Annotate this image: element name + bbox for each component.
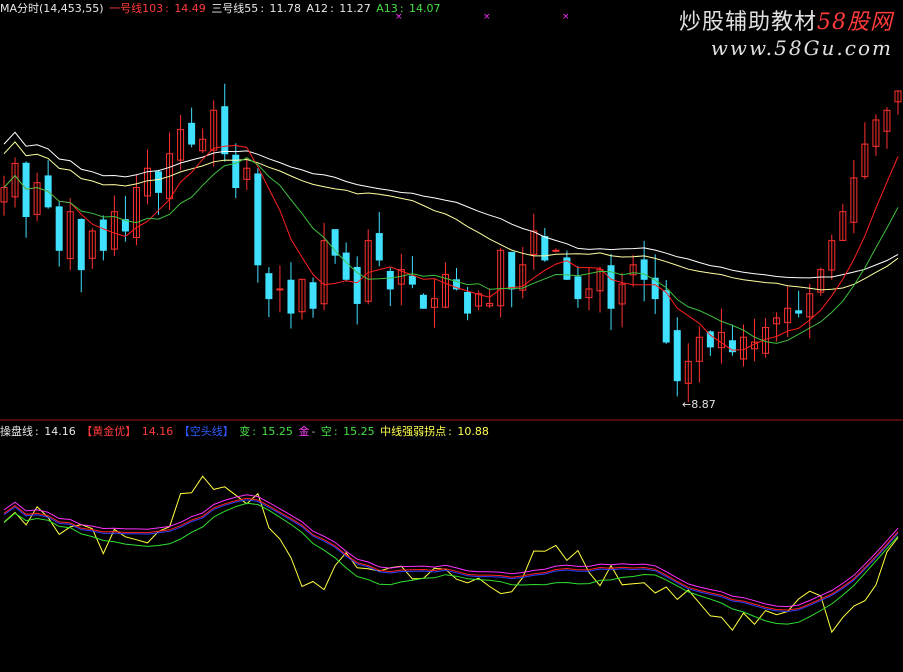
- candle-body: [662, 290, 670, 343]
- legend-kong-label: 空: [320, 425, 332, 438]
- legend-jin-label: 金: [298, 425, 310, 438]
- legend-main-label: 操盘线: [0, 425, 33, 438]
- candle-body: [419, 294, 427, 309]
- indicator-red-line: [3, 497, 899, 611]
- candle-body: [508, 251, 516, 290]
- legend-line1-value: 14.49: [174, 2, 206, 15]
- signal-marker: ×: [483, 12, 491, 22]
- candle-body: [287, 279, 295, 314]
- candle-body: [22, 162, 30, 218]
- watermark-url: www.58Gu.com: [710, 36, 893, 60]
- candle-body: [464, 291, 472, 314]
- indicator-legend: 操盘线: 14.16 【黄金优】 14.16 【空头线】 变: 15.25 金-…: [0, 425, 489, 438]
- watermark-title-main: 炒股辅助教材: [678, 10, 817, 35]
- candle-body: [541, 236, 549, 261]
- candle-body: [188, 122, 196, 145]
- legend-a13-value: 14.07: [409, 2, 441, 15]
- candle-body: [552, 249, 560, 252]
- indicator-panel: [3, 475, 899, 634]
- legend-line3-label: 三号线55: [211, 2, 259, 15]
- legend-change-label: 变: [239, 425, 251, 438]
- ma-line-green: [3, 157, 899, 344]
- legend-change-value: 15.25: [261, 425, 293, 438]
- candle-body: [706, 331, 714, 348]
- candle-body: [574, 276, 582, 300]
- price-panel: [0, 83, 902, 403]
- legend-line3-value: 11.78: [269, 2, 302, 15]
- legend-line1-label: 一号线103: [109, 2, 164, 15]
- candle-body: [386, 270, 394, 290]
- legend-mid-label: 中线强弱拐点: [380, 425, 447, 438]
- indicator-green-line: [3, 502, 899, 625]
- price-legend: MA分时(14,453,55) 一号线103: 14.49 三号线55: 11.…: [0, 2, 441, 15]
- candle-body: [309, 282, 317, 309]
- legend-gold-label: 【黄金优】: [81, 425, 137, 438]
- legend-title: MA分时(14,453,55): [0, 2, 104, 15]
- watermark-title: 炒股辅助教材58股网: [679, 4, 893, 36]
- legend-main-value: 14.16: [44, 425, 76, 438]
- candle-body: [99, 219, 107, 251]
- indicator-magenta-line: [3, 494, 899, 608]
- legend-kong-value: 15.25: [343, 425, 375, 438]
- ma-line-red: [3, 144, 899, 351]
- legend-a12-value: 11.27: [339, 2, 371, 15]
- candle-body: [795, 310, 803, 314]
- indicator-blue-line: [3, 499, 899, 613]
- stock-chart[interactable]: × × × ←8.87: [0, 0, 903, 672]
- ma-line-white: [3, 131, 899, 279]
- watermark-title-accent: 58股网: [817, 10, 893, 35]
- candle-body: [155, 171, 163, 193]
- legend-mid-value: 10.88: [457, 425, 489, 438]
- legend-blue-label: 【空头线】: [178, 425, 234, 438]
- legend-a13-label: A13: [376, 2, 398, 15]
- candle-body: [673, 330, 681, 382]
- low-price-marker: ←8.87: [682, 398, 716, 411]
- legend-a12-label: A12: [306, 2, 329, 15]
- ma-line-yellow: [3, 141, 899, 291]
- candle-body: [640, 259, 648, 280]
- watermark: 炒股辅助教材58股网 www.58Gu.com: [679, 4, 893, 60]
- candle-body: [265, 273, 273, 300]
- candle-body: [342, 252, 350, 280]
- candle-body: [408, 275, 416, 285]
- legend-gold-value: 14.16: [141, 425, 174, 438]
- candle-body: [375, 233, 383, 261]
- candle-body: [77, 219, 85, 271]
- candle-body: [55, 206, 63, 251]
- signal-marker: ×: [562, 12, 570, 22]
- candle-body: [254, 173, 262, 266]
